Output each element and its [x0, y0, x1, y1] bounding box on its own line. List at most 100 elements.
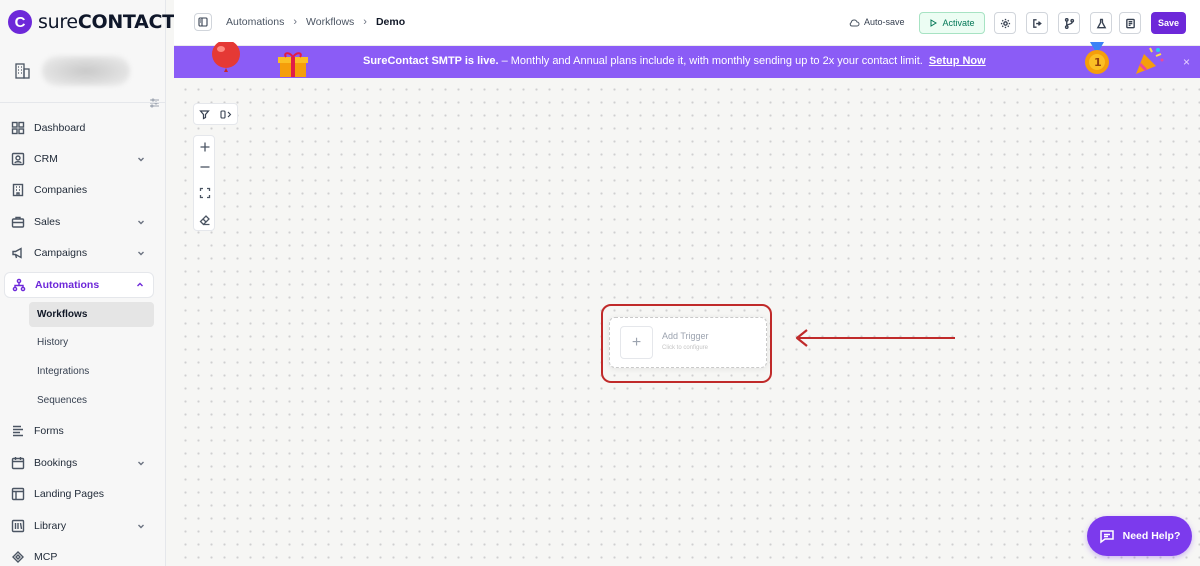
- document-icon: [1125, 18, 1135, 28]
- library-icon: [11, 519, 25, 533]
- fit-view-button[interactable]: [194, 182, 216, 204]
- gift-icon: [278, 52, 308, 77]
- save-button[interactable]: Save: [1151, 12, 1186, 34]
- toggle-panel-button[interactable]: [194, 13, 212, 31]
- sidebar-item-library[interactable]: Library: [4, 513, 154, 539]
- banner-title: SureContact SMTP is live.: [363, 55, 499, 67]
- sidebar-item-label: MCP: [34, 551, 58, 563]
- sidebar-item-mcp[interactable]: MCP: [4, 544, 154, 566]
- sidebar: C sureCONTACT Dashboard CRM Companies Sa…: [0, 0, 175, 566]
- setup-now-link[interactable]: Setup Now: [929, 55, 986, 67]
- eraser-icon: [199, 215, 210, 226]
- select-tool-button[interactable]: [194, 103, 216, 125]
- breadcrumb-current: Demo: [375, 16, 406, 28]
- sidebar-item-sales[interactable]: Sales: [4, 209, 154, 235]
- chevron-down-icon: [138, 461, 144, 466]
- funnel-icon: [199, 109, 211, 119]
- expand-right-icon: [220, 109, 232, 119]
- branch-button[interactable]: [1058, 12, 1080, 34]
- brand-logo[interactable]: C sureCONTACT: [8, 10, 175, 34]
- breadcrumb: Automations › Workflows › Demo: [226, 16, 405, 28]
- zoom-out-button[interactable]: [194, 156, 216, 178]
- need-help-button[interactable]: Need Help?: [1087, 516, 1192, 556]
- breadcrumb-automations[interactable]: Automations: [226, 16, 284, 28]
- need-help-label: Need Help?: [1122, 530, 1181, 542]
- settings-button[interactable]: [994, 12, 1016, 34]
- building-icon: [12, 183, 24, 197]
- mcp-icon: [12, 551, 24, 563]
- add-trigger-title: Add Trigger: [662, 331, 709, 341]
- sidebar-item-label: Bookings: [34, 457, 78, 469]
- confetti-icon: [1136, 47, 1164, 74]
- test-button[interactable]: [1090, 12, 1112, 34]
- zoom-in-button[interactable]: [194, 136, 216, 158]
- briefcase-icon: [11, 216, 25, 228]
- chevron-right-icon: ›: [293, 16, 298, 28]
- chevron-down-icon: [138, 157, 144, 162]
- add-trigger-card[interactable]: + Add Trigger Click to configure: [609, 317, 767, 368]
- app: C sureCONTACT Dashboard CRM Companies Sa…: [0, 0, 1200, 566]
- cloud-icon: [849, 19, 860, 26]
- banner-message: SureContact SMTP is live. – Monthly and …: [363, 55, 986, 67]
- banner-close-button[interactable]: ×: [1183, 55, 1190, 69]
- sidebar-item-crm[interactable]: CRM: [4, 146, 154, 172]
- sidebar-divider: [0, 102, 166, 103]
- announcement-banner: SureContact SMTP is live. – Monthly and …: [174, 42, 1200, 78]
- chevron-down-icon: [138, 251, 144, 256]
- workflow-icon: [12, 278, 26, 292]
- sidebar-item-dashboard[interactable]: Dashboard: [4, 115, 154, 141]
- panel-icon: [198, 17, 208, 27]
- zoom-controls: [193, 135, 215, 231]
- sidebar-item-label: Campaigns: [34, 247, 88, 259]
- sidebar-item-label: Automations: [35, 279, 100, 291]
- sidebar-item-label: Companies: [34, 184, 88, 196]
- export-button[interactable]: [1026, 12, 1048, 34]
- autosave-label: Auto-save: [864, 17, 905, 27]
- sidebar-item-forms[interactable]: Forms: [4, 418, 154, 444]
- add-trigger-subtitle: Click to configure: [662, 345, 709, 351]
- collapse-tool-button[interactable]: [216, 103, 238, 125]
- sidebar-subitem-integrations[interactable]: Integrations: [29, 359, 154, 384]
- sidebar-item-label: Library: [34, 520, 67, 532]
- dashboard-icon: [11, 121, 25, 135]
- chevron-right-icon: ›: [363, 16, 367, 28]
- activate-button[interactable]: Activate: [919, 12, 985, 34]
- chevron-down-icon: [138, 524, 144, 529]
- chevron-up-icon: [137, 282, 143, 287]
- organization-name-blurred: [42, 56, 130, 86]
- logo-icon: C: [8, 10, 32, 34]
- organization-switcher[interactable]: [12, 56, 130, 86]
- sidebar-item-companies[interactable]: Companies: [4, 177, 154, 203]
- git-branch-icon: [1064, 17, 1074, 29]
- sidebar-item-campaigns[interactable]: Campaigns: [4, 240, 154, 266]
- banner-body: – Monthly and Annual plans include it, w…: [498, 55, 923, 67]
- sidebar-item-label: Sales: [34, 216, 61, 228]
- sidebar-item-bookings[interactable]: Bookings: [4, 450, 154, 476]
- sidebar-item-automations[interactable]: Automations: [4, 272, 154, 298]
- sidebar-item-landing-pages[interactable]: Landing Pages: [4, 481, 154, 507]
- breadcrumb-workflows[interactable]: Workflows: [306, 16, 354, 28]
- chevron-down-icon: [138, 220, 144, 225]
- calendar-icon: [11, 457, 25, 470]
- gear-icon: [1000, 18, 1010, 28]
- sidebar-subitem-history[interactable]: History: [29, 330, 154, 355]
- clear-canvas-button[interactable]: [194, 209, 216, 231]
- autosave-status: Auto-save: [849, 17, 905, 27]
- notes-button[interactable]: [1119, 12, 1141, 34]
- sidebar-item-label: CRM: [34, 153, 58, 165]
- top-bar: Automations › Workflows › Demo Auto-save…: [174, 0, 1200, 46]
- sidebar-subitem-sequences[interactable]: Sequences: [29, 388, 154, 413]
- annotation-arrow-icon: [795, 329, 955, 347]
- activate-label: Activate: [942, 18, 975, 28]
- workflow-canvas[interactable]: + Add Trigger Click to configure Need He…: [174, 78, 1200, 566]
- building-icon: [15, 63, 30, 79]
- sidebar-item-label: Landing Pages: [34, 488, 105, 500]
- sidebar-item-label: Dashboard: [34, 122, 86, 134]
- svg-text:1: 1: [1094, 56, 1102, 69]
- brand-name: sureCONTACT: [38, 11, 175, 33]
- form-icon: [13, 425, 23, 437]
- sidebar-collapse-button[interactable]: [146, 96, 162, 110]
- sidebar-subitem-workflows[interactable]: Workflows: [29, 302, 154, 327]
- contact-card-icon: [11, 152, 25, 166]
- plus-icon: [200, 142, 210, 152]
